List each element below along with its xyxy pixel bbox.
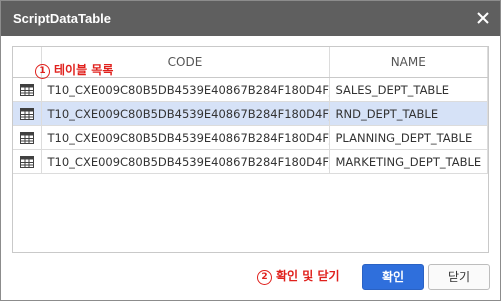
column-header-name[interactable]: NAME bbox=[329, 47, 488, 78]
table-cell-name[interactable]: RND_DEPT_TABLE bbox=[329, 101, 488, 126]
table-cell-code[interactable]: T10_CXE009C80B5DB4539E40867B284F180D4F_2 bbox=[41, 125, 330, 150]
close-icon[interactable] bbox=[472, 7, 494, 29]
table-row[interactable]: T10_CXE009C80B5DB4539E40867B284F180D4F_1… bbox=[13, 101, 488, 126]
annotation-number-1: 1 bbox=[35, 64, 50, 79]
table-cell-code[interactable]: T10_CXE009C80B5DB4539E40867B284F180D4F_1 bbox=[41, 101, 330, 126]
table-icon bbox=[19, 132, 34, 144]
table-cell-code[interactable]: T10_CXE009C80B5DB4539E40867B284F180D4F_0 bbox=[41, 77, 330, 102]
dialog-title: ScriptDataTable bbox=[13, 11, 112, 26]
table-cell-code[interactable]: T10_CXE009C80B5DB4539E40867B284F180D4F_3 bbox=[41, 149, 330, 174]
table-cell-name[interactable]: SALES_DEPT_TABLE bbox=[329, 77, 488, 102]
table-row[interactable]: T10_CXE009C80B5DB4539E40867B284F180D4F_2… bbox=[13, 125, 488, 150]
table-icon bbox=[19, 84, 34, 96]
annotation-confirm-close: 2 확인 및 닫기 bbox=[257, 267, 340, 285]
table-cell-name[interactable]: MARKETING_DEPT_TABLE bbox=[329, 149, 488, 174]
annotation-label-2: 확인 및 닫기 bbox=[276, 269, 340, 283]
table-icon bbox=[19, 108, 34, 120]
annotation-number-2: 2 bbox=[257, 270, 272, 285]
script-data-table-dialog: ScriptDataTable CODE NAME T10_CXE009C80B… bbox=[0, 0, 501, 301]
table-row-icon-cell bbox=[13, 125, 42, 150]
table-cell-name[interactable]: PLANNING_DEPT_TABLE bbox=[329, 125, 488, 150]
annotation-table-list: 1 테이블 목록 bbox=[35, 61, 113, 79]
table-icon bbox=[19, 156, 34, 168]
annotation-label-1: 테이블 목록 bbox=[54, 63, 114, 77]
close-button[interactable]: 닫기 bbox=[428, 264, 490, 290]
table-row-icon-cell bbox=[13, 101, 42, 126]
dialog-titlebar: ScriptDataTable bbox=[1, 1, 500, 36]
table-row[interactable]: T10_CXE009C80B5DB4539E40867B284F180D4F_0… bbox=[13, 77, 488, 102]
ok-button[interactable]: 확인 bbox=[362, 264, 424, 290]
table-row-icon-cell bbox=[13, 77, 42, 102]
table-row-icon-cell bbox=[13, 149, 42, 174]
table-row[interactable]: T10_CXE009C80B5DB4539E40867B284F180D4F_3… bbox=[13, 149, 488, 174]
